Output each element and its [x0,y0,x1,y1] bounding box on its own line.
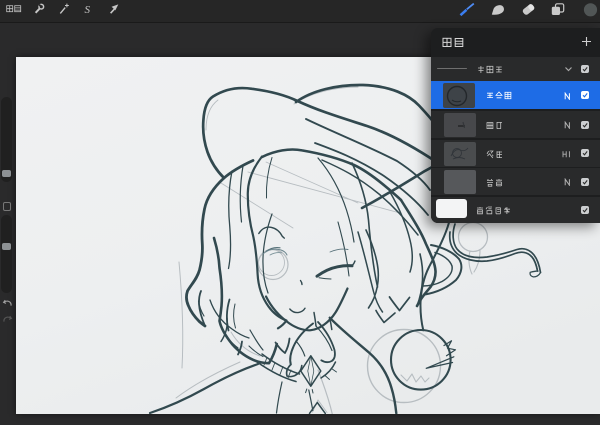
svg-text:S: S [85,4,91,16]
